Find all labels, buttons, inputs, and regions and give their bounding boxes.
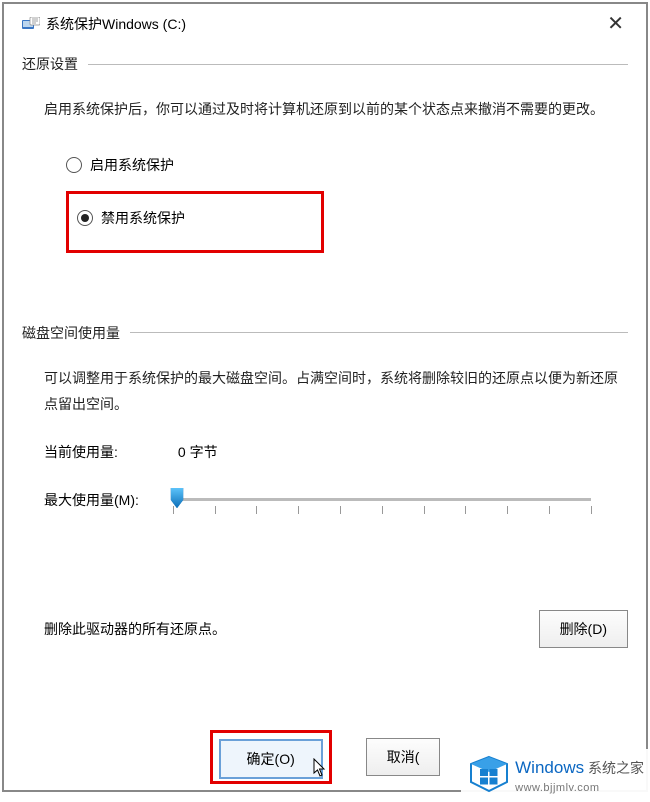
- restore-section-title: 还原设置: [22, 54, 78, 74]
- radio-icon: [66, 157, 82, 173]
- current-usage-row: 当前使用量: 0 字节: [44, 442, 628, 462]
- current-usage-value: 0 字节: [178, 442, 218, 462]
- highlight-ok-button: 确定(O): [210, 730, 332, 784]
- radio-enable-protection[interactable]: 启用系统保护: [66, 147, 628, 183]
- restore-section-header: 还原设置: [22, 54, 628, 74]
- system-protection-icon: [22, 17, 40, 31]
- radio-disable-protection[interactable]: 禁用系统保护: [77, 208, 313, 228]
- ok-button-label: 确定(O): [247, 751, 295, 767]
- disk-section-header: 磁盘空间使用量: [22, 323, 628, 343]
- max-usage-label: 最大使用量(M):: [44, 490, 139, 510]
- ok-button[interactable]: 确定(O): [219, 739, 323, 779]
- protection-radio-group: 启用系统保护 禁用系统保护: [66, 147, 628, 253]
- watermark-sub: 系统之家: [588, 760, 644, 776]
- watermark-url: www.bjjmlv.com: [515, 782, 599, 794]
- disk-description: 可以调整用于系统保护的最大磁盘空间。占满空间时，系统将删除较旧的还原点以便为新还…: [44, 365, 628, 418]
- delete-button[interactable]: 删除(D): [539, 610, 628, 648]
- close-icon[interactable]: ✕: [603, 14, 628, 34]
- radio-icon: [77, 210, 93, 226]
- watermark-main: Windows: [515, 758, 584, 777]
- restore-description: 启用系统保护后，你可以通过及时将计算机还原到以前的某个状态点来撤消不需要的更改。: [44, 96, 628, 123]
- disk-section-title: 磁盘空间使用量: [22, 323, 120, 343]
- window-title: 系统保护Windows (C:): [46, 14, 186, 34]
- slider-thumb-icon[interactable]: [169, 488, 185, 510]
- watermark: Windows 系统之家 www.bjjmlv.com: [461, 749, 650, 802]
- windows-logo-icon: [469, 755, 509, 796]
- cancel-button[interactable]: 取消(: [366, 738, 441, 776]
- radio-enable-label: 启用系统保护: [90, 155, 174, 175]
- radio-disable-label: 禁用系统保护: [101, 208, 185, 228]
- cursor-icon: [313, 758, 327, 781]
- max-usage-slider[interactable]: [173, 490, 591, 520]
- highlight-disable-selection: 禁用系统保护: [66, 191, 324, 253]
- titlebar: 系统保护Windows (C:) ✕: [22, 14, 628, 48]
- current-usage-label: 当前使用量:: [44, 442, 118, 462]
- delete-description: 删除此驱动器的所有还原点。: [44, 619, 226, 639]
